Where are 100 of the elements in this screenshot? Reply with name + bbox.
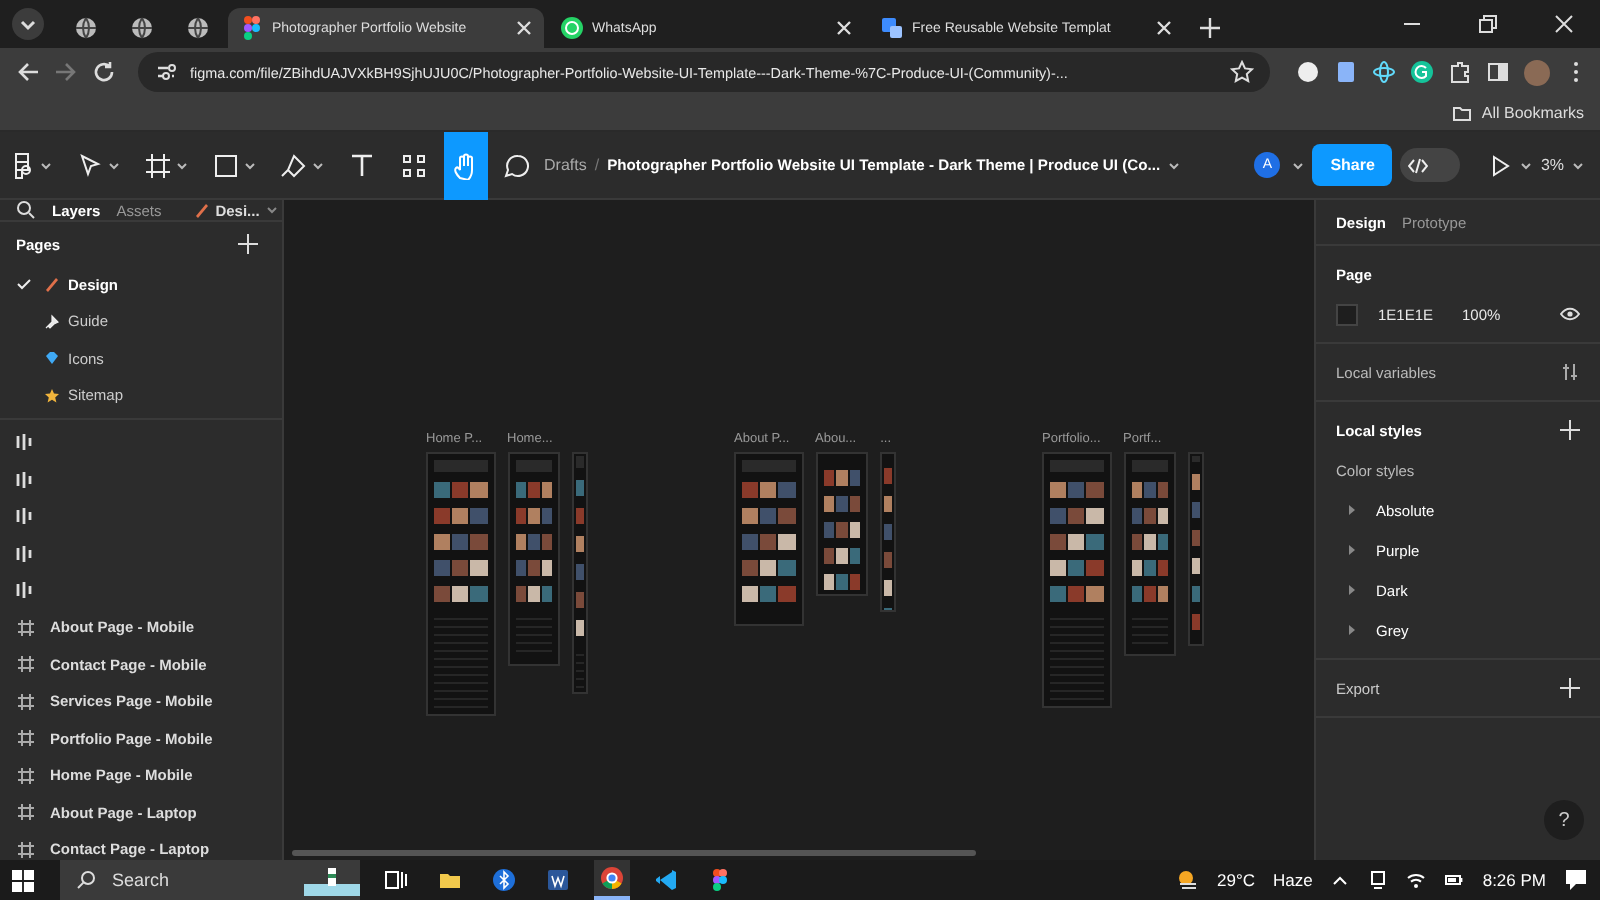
section-icon xyxy=(16,543,36,564)
notification-icon[interactable] xyxy=(1564,868,1588,892)
bookmark-star-icon[interactable] xyxy=(1230,60,1254,84)
caret-icon xyxy=(1348,624,1356,636)
figma-logo-icon xyxy=(240,16,264,40)
section-icon xyxy=(16,506,36,527)
caret-icon xyxy=(312,161,324,169)
frame-icon xyxy=(16,617,36,638)
search-icon xyxy=(76,870,96,890)
brush-icon xyxy=(44,276,60,293)
search-field[interactable]: Search xyxy=(60,860,360,900)
caret-icon[interactable] xyxy=(1572,161,1584,169)
caret-icon[interactable] xyxy=(1168,161,1181,169)
dev-mode-toggle[interactable] xyxy=(1400,148,1461,182)
site-info-icon[interactable] xyxy=(154,60,178,84)
eye-icon[interactable] xyxy=(1560,304,1580,324)
zoom-level[interactable]: 3% xyxy=(1540,156,1564,174)
document-icon[interactable] xyxy=(1334,60,1358,84)
globe-icon xyxy=(74,16,98,40)
section-icon xyxy=(16,432,36,453)
section-icon xyxy=(16,580,36,601)
globe-icon xyxy=(130,16,154,40)
new-tab-icon[interactable] xyxy=(1200,18,1220,38)
back-icon[interactable] xyxy=(16,60,40,84)
scrollbar[interactable] xyxy=(292,850,976,856)
grammar-icon[interactable] xyxy=(1410,60,1434,84)
frame-icon xyxy=(16,765,36,786)
atom-icon[interactable] xyxy=(1372,60,1396,84)
caret-icon xyxy=(1348,584,1356,596)
tab-list-icon[interactable] xyxy=(12,8,44,40)
add-icon[interactable] xyxy=(1560,678,1580,698)
pen-icon xyxy=(280,151,308,179)
windows-start-icon[interactable] xyxy=(12,869,34,891)
play-icon[interactable] xyxy=(1488,153,1513,177)
folder-icon xyxy=(1451,103,1472,123)
word-icon xyxy=(546,868,570,892)
breadcrumb-link[interactable]: Drafts xyxy=(544,156,587,174)
color-swatch[interactable] xyxy=(1336,303,1358,325)
help-button[interactable]: ? xyxy=(1544,800,1584,840)
caret-icon[interactable] xyxy=(1292,161,1305,169)
add-icon[interactable] xyxy=(238,234,258,254)
gem-icon xyxy=(44,350,60,367)
comment-icon xyxy=(504,151,532,179)
weather-icon[interactable] xyxy=(1175,868,1199,892)
folder-icon xyxy=(438,868,462,892)
close-icon[interactable] xyxy=(516,20,532,36)
add-icon[interactable] xyxy=(1560,420,1580,440)
weather-condition[interactable]: Haze xyxy=(1273,870,1313,890)
close-icon[interactable] xyxy=(836,20,852,36)
star-icon xyxy=(44,387,60,404)
page-frame-drawing[interactable] xyxy=(1188,452,1204,646)
side-panel-icon[interactable] xyxy=(1486,60,1510,84)
task-view-icon xyxy=(384,868,408,892)
sliders-icon[interactable] xyxy=(1560,362,1580,382)
page-frame-drawing[interactable] xyxy=(880,452,896,612)
check-icon xyxy=(16,276,32,293)
close-icon[interactable] xyxy=(1554,14,1574,34)
frame-icon xyxy=(16,728,36,749)
site-icon xyxy=(880,16,904,40)
bluetooth-icon xyxy=(492,868,516,892)
page-frame-drawing[interactable] xyxy=(815,452,869,596)
caret-icon[interactable] xyxy=(1520,161,1533,169)
page-frame-drawing[interactable] xyxy=(507,452,561,666)
code-icon xyxy=(1408,155,1429,175)
search-icon[interactable] xyxy=(16,200,36,220)
temperature[interactable]: 29°C xyxy=(1217,870,1255,890)
battery-icon[interactable] xyxy=(1444,870,1465,890)
figma-logo-icon xyxy=(708,868,732,892)
frame-icon xyxy=(16,654,36,675)
vscode-icon xyxy=(654,868,678,892)
resources-icon xyxy=(400,151,428,179)
frame-icon xyxy=(16,839,36,860)
close-icon[interactable] xyxy=(1156,20,1172,36)
globe-icon xyxy=(186,16,210,40)
frame-icon xyxy=(16,802,36,823)
page-frame-drawing[interactable] xyxy=(1123,452,1177,656)
caret-icon xyxy=(176,161,188,169)
clock[interactable]: 8:26 PM xyxy=(1482,870,1546,890)
cursor-icon xyxy=(76,151,104,179)
puzzle-icon[interactable] xyxy=(1448,60,1472,84)
text-tool-icon xyxy=(348,151,376,179)
section-icon xyxy=(16,469,36,490)
caret-icon xyxy=(108,161,120,169)
wifi-icon[interactable] xyxy=(1406,870,1427,890)
caret-icon xyxy=(244,161,256,169)
page-frame-drawing[interactable] xyxy=(426,452,495,716)
reload-icon[interactable] xyxy=(92,60,116,84)
forward-icon[interactable] xyxy=(54,60,78,84)
all-bookmarks-button[interactable]: All Bookmarks xyxy=(1451,103,1584,123)
page-frame-drawing[interactable] xyxy=(1042,452,1111,708)
caret-icon xyxy=(1348,544,1356,556)
restore-icon[interactable] xyxy=(1478,14,1498,34)
chrome-icon xyxy=(600,866,624,890)
page-frame-drawing[interactable] xyxy=(572,452,588,694)
page-frame-drawing[interactable] xyxy=(734,452,803,626)
lighthouse-icon xyxy=(304,864,360,896)
caret-icon xyxy=(265,206,278,214)
pin-icon xyxy=(44,313,60,330)
taskbar-app[interactable] xyxy=(594,860,630,900)
frame-icon xyxy=(16,691,36,712)
